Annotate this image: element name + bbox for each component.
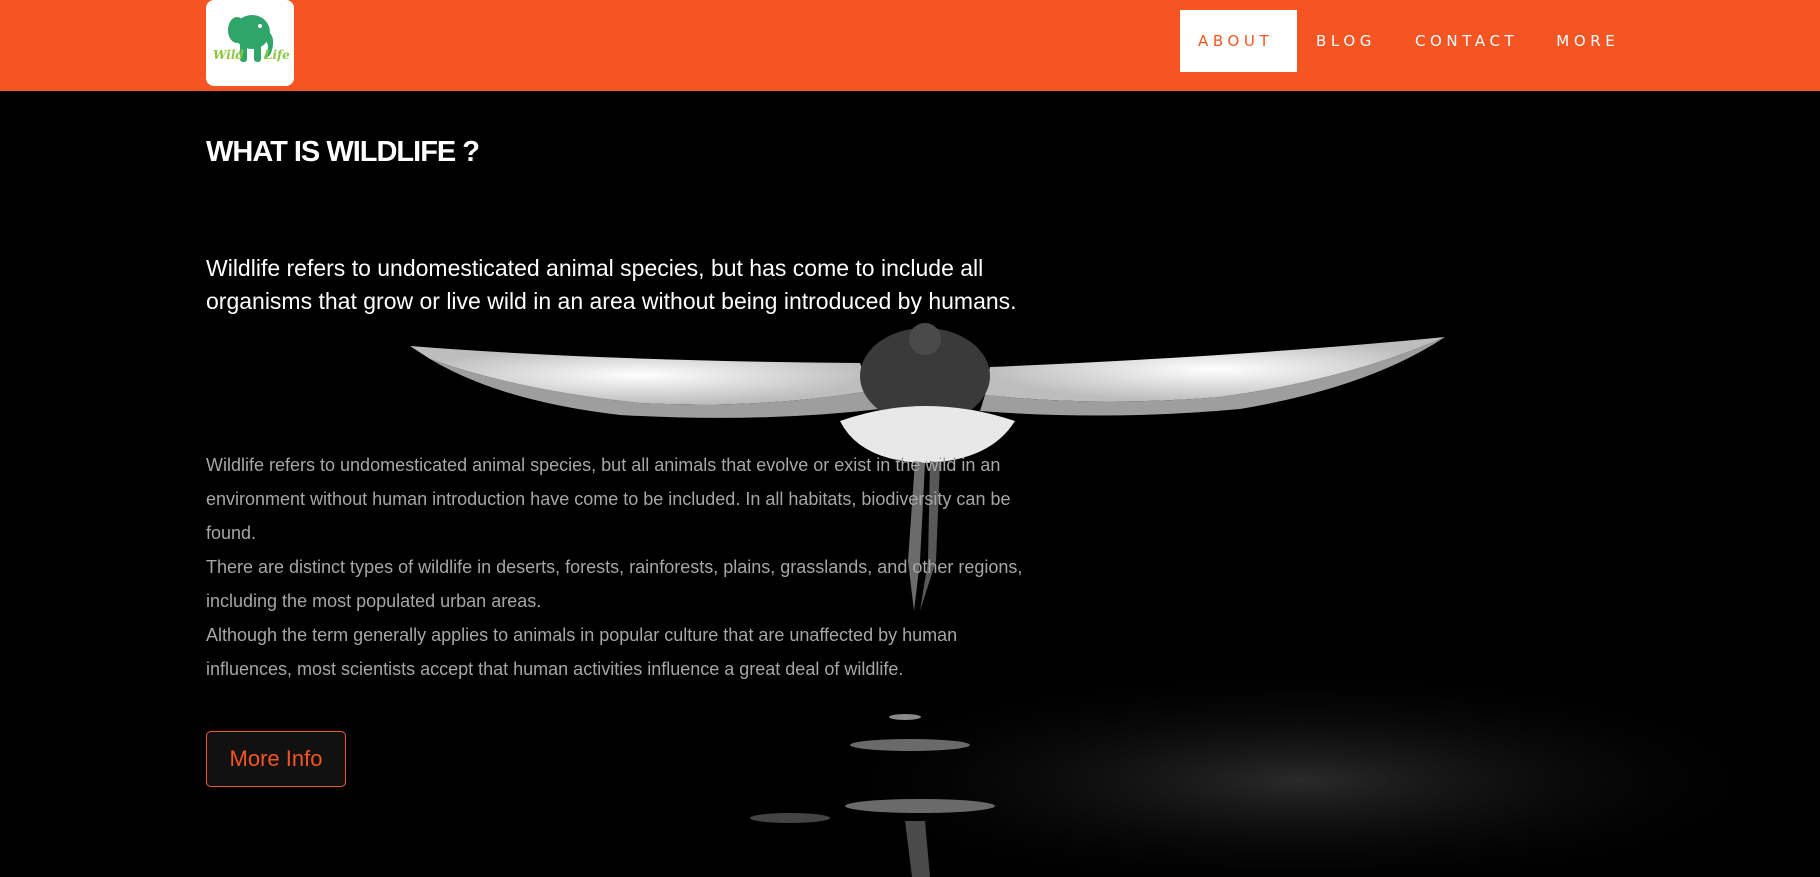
nav-about[interactable]: ABOUT — [1180, 10, 1297, 72]
nav-contact[interactable]: CONTACT — [1397, 10, 1536, 72]
body-paragraph: Although the term generally applies to a… — [206, 625, 958, 679]
body-paragraph: Wildlife refers to undomesticated animal… — [206, 455, 1011, 543]
nav-blog[interactable]: BLOG — [1298, 10, 1394, 72]
more-info-button[interactable]: More Info — [206, 731, 346, 787]
main-nav: ABOUT BLOG CONTACT MORE — [1180, 10, 1637, 72]
site-logo[interactable]: Wild Life — [206, 0, 294, 86]
lead-paragraph: Wildlife refers to undomesticated animal… — [206, 255, 1017, 314]
top-navigation-bar: Wild Life ABOUT BLOG CONTACT MORE — [0, 0, 1820, 91]
logo-text-life: Life — [264, 48, 290, 62]
body-paragraph: There are distinct types of wildlife in … — [206, 557, 1023, 611]
body-copy: Wildlife refers to undomesticated animal… — [206, 448, 1036, 686]
elephant-icon — [228, 15, 274, 62]
nav-more[interactable]: MORE — [1538, 10, 1637, 72]
page-title: WHAT IS WILDLIFE ? — [206, 136, 480, 168]
logo-text-wild: Wild — [213, 48, 244, 62]
